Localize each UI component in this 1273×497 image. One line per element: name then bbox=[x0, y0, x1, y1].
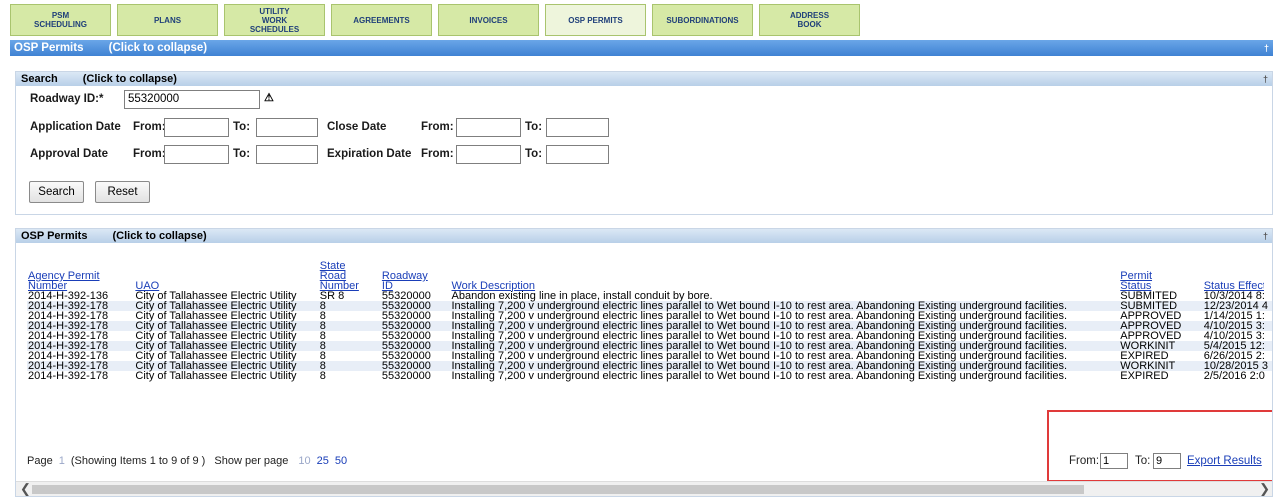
approval-date-label: Approval Date bbox=[30, 148, 108, 160]
results-header[interactable]: OSP Permits (Click to collapse) † bbox=[16, 229, 1272, 243]
results-header-title: OSP Permits bbox=[21, 230, 88, 242]
close-date-label: Close Date bbox=[327, 121, 387, 133]
search-header[interactable]: Search (Click to collapse) † bbox=[16, 72, 1272, 86]
approval-to-label: To: bbox=[233, 148, 251, 160]
tab-osp-permits[interactable]: OSP PERMITS bbox=[545, 4, 646, 36]
tab-psm-scheduling[interactable]: PSM SCHEDULING bbox=[10, 4, 111, 36]
results-panel: OSP Permits (Click to collapse) † Agency… bbox=[15, 228, 1273, 497]
cell-uao: City of Tallahassee Electric Utility bbox=[135, 370, 297, 382]
reset-button[interactable]: Reset bbox=[95, 181, 150, 203]
tab-agreements[interactable]: AGREEMENTS bbox=[331, 4, 432, 36]
tab-invoices[interactable]: INVOICES bbox=[438, 4, 539, 36]
cell-state-road: SR 8 bbox=[319, 290, 345, 302]
application-to-label: To: bbox=[233, 121, 251, 133]
col-permit-status[interactable]: Permit Status bbox=[1119, 261, 1202, 292]
tab-subordinations[interactable]: SUBORDINATIONS bbox=[652, 4, 753, 36]
cell-permit-number: 2014-H-392-178 bbox=[28, 370, 109, 382]
cell-roadway-id: 55320000 bbox=[381, 370, 431, 382]
search-header-collapse: (Click to collapse) bbox=[82, 73, 177, 85]
col-uao[interactable]: UAO bbox=[134, 261, 318, 292]
approval-from-label: From: bbox=[133, 148, 166, 160]
expiration-to-label: To: bbox=[525, 148, 543, 160]
col-status-effect-date[interactable]: Status Effect Date bbox=[1203, 261, 1272, 291]
horizontal-scrollbar[interactable]: ❮ ❯ bbox=[16, 481, 1272, 496]
close-from-label: From: bbox=[421, 121, 454, 133]
results-header-collapse: (Click to collapse) bbox=[112, 230, 207, 242]
export-highlight-box: From: 1 To: 9 Export Results bbox=[1047, 410, 1272, 482]
pin-icon[interactable]: † bbox=[1263, 229, 1268, 243]
export-results-link[interactable]: Export Results bbox=[1187, 455, 1262, 467]
expiration-from-label: From: bbox=[421, 148, 454, 160]
showing-items-text: (Showing Items 1 to 9 of 9 ) bbox=[70, 455, 206, 467]
col-roadway-id[interactable]: Roadway ID bbox=[381, 261, 451, 292]
application-date-to-input[interactable] bbox=[256, 118, 318, 137]
main-header-collapse: (Click to collapse) bbox=[108, 42, 208, 54]
table-row[interactable]: 2014-H-392-178 City of Tallahassee Elect… bbox=[27, 370, 1272, 382]
cell-state-road: 8 bbox=[318, 341, 381, 352]
expiration-date-to-input[interactable] bbox=[546, 145, 609, 164]
pager: Page 1 (Showing Items 1 to 9 of 9 ) Show p… bbox=[27, 455, 347, 467]
main-header-title: OSP Permits bbox=[14, 42, 84, 54]
cell-status-date: 2/5/2016 2:0 bbox=[1203, 370, 1265, 382]
warning-icon: ⚠ bbox=[264, 92, 274, 104]
expiration-date-label: Expiration Date bbox=[327, 148, 412, 160]
pin-icon[interactable]: † bbox=[1264, 40, 1269, 56]
cell-work-description: Installing 7,200 v underground electric … bbox=[451, 370, 1068, 382]
osp-permits-main-header[interactable]: OSP Permits (Click to collapse) † bbox=[10, 40, 1273, 56]
roadway-id-label: Roadway ID:* bbox=[30, 93, 104, 105]
cell-state-road: 8 bbox=[319, 370, 326, 382]
cell-state-road: 8 bbox=[319, 310, 326, 322]
application-from-label: From: bbox=[133, 121, 166, 133]
scroll-right-icon[interactable]: ❯ bbox=[1259, 482, 1270, 496]
scroll-left-icon[interactable]: ❮ bbox=[20, 482, 31, 496]
tab-plans[interactable]: PLANS bbox=[117, 4, 218, 36]
per-page-label: Show per page bbox=[214, 455, 289, 467]
export-to-input[interactable]: 9 bbox=[1153, 453, 1181, 469]
per-page-option-25[interactable]: 25 bbox=[317, 455, 329, 467]
page-number-current[interactable]: 1 bbox=[59, 455, 65, 467]
tab-address-book[interactable]: ADDRESS BOOK bbox=[759, 4, 860, 36]
cell-state-road: 8 bbox=[319, 330, 326, 342]
search-panel: Search (Click to collapse) † Roadway ID:… bbox=[15, 71, 1273, 215]
col-state-road-number[interactable]: State Road Number bbox=[319, 261, 381, 292]
application-date-label: Application Date bbox=[30, 121, 121, 133]
per-page-option-50[interactable]: 50 bbox=[335, 455, 347, 467]
close-date-to-input[interactable] bbox=[546, 118, 609, 137]
search-header-title: Search bbox=[21, 73, 58, 85]
top-nav-tabs: PSM SCHEDULING PLANS UTILITY WORK SCHEDU… bbox=[10, 4, 866, 38]
col-work-description[interactable]: Work Description bbox=[451, 261, 1120, 292]
pin-icon[interactable]: † bbox=[1263, 72, 1268, 86]
expiration-date-from-input[interactable] bbox=[456, 145, 521, 164]
search-button[interactable]: Search bbox=[29, 181, 84, 203]
cell-permit-status: EXPIRED bbox=[1120, 370, 1169, 382]
approval-date-from-input[interactable] bbox=[164, 145, 229, 164]
col-agency-permit-number[interactable]: Agency Permit Number bbox=[27, 261, 134, 292]
close-date-from-input[interactable] bbox=[456, 118, 521, 137]
cell-state-road: 8 bbox=[318, 361, 381, 372]
permits-table: Agency Permit Number UAO State Road Numb… bbox=[27, 261, 1272, 382]
cell-state-road: 8 bbox=[318, 321, 381, 332]
page-label: Page bbox=[27, 455, 53, 467]
application-date-from-input[interactable] bbox=[164, 118, 229, 137]
per-page-option-10[interactable]: 10 bbox=[298, 455, 310, 467]
close-to-label: To: bbox=[525, 121, 543, 133]
approval-date-to-input[interactable] bbox=[256, 145, 318, 164]
scroll-thumb[interactable] bbox=[32, 485, 1084, 494]
tab-utility-work-schedules[interactable]: UTILITY WORK SCHEDULES bbox=[224, 4, 325, 36]
export-from-input[interactable]: 1 bbox=[1100, 453, 1128, 469]
cell-state-road: 8 bbox=[318, 301, 381, 312]
cell-state-road: 8 bbox=[319, 350, 326, 362]
export-to-label: To: bbox=[1135, 455, 1151, 467]
export-from-label: From: bbox=[1069, 455, 1100, 467]
roadway-id-input[interactable]: 55320000 bbox=[124, 90, 260, 109]
